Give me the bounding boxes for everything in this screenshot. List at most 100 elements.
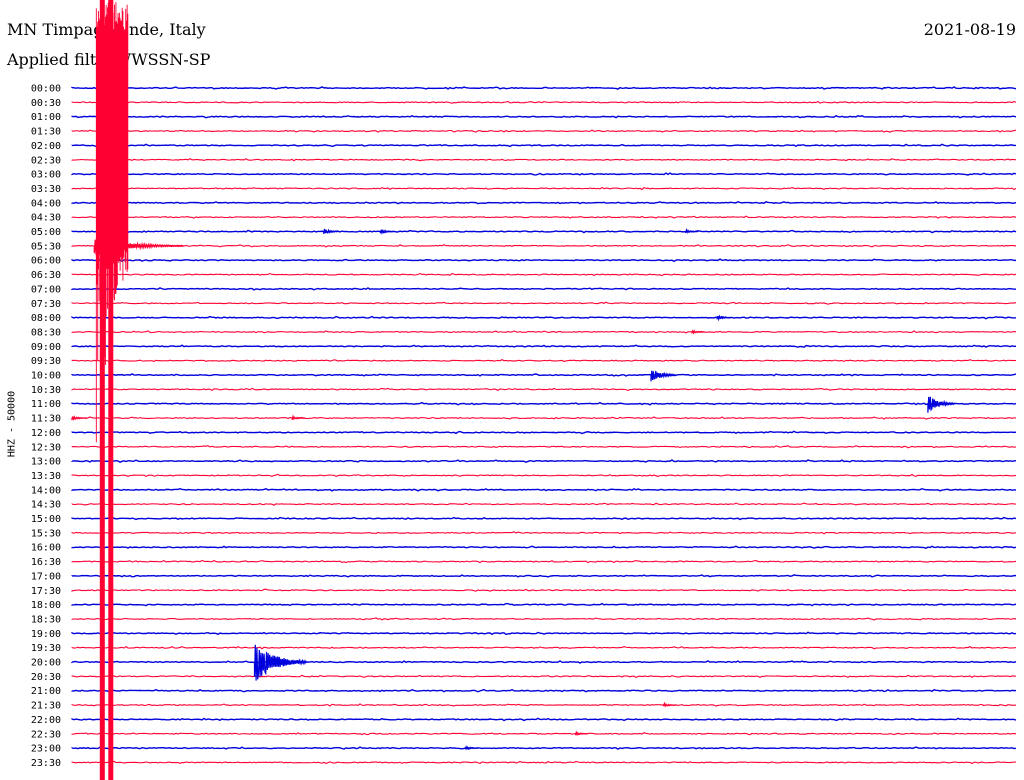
seismogram-plot: 00:00 00:30 01:00 01:30 02:00 02:30 03:00 03:30…	[31, 0, 1017, 780]
trace-line	[71, 502, 1017, 506]
trace-line	[71, 473, 1017, 478]
row-label: 16:30	[31, 557, 61, 568]
row-label: 14:00	[31, 485, 61, 496]
row-label: 21:00	[31, 686, 61, 697]
trace-line	[71, 674, 1017, 679]
trace-line	[71, 688, 1017, 693]
row-label: 22:00	[31, 715, 61, 726]
event-burst	[71, 415, 87, 422]
row-label: 16:00	[31, 543, 61, 554]
helicorder: MN Timpaga nde, Italy 2021-08-19 Applied …	[0, 0, 1024, 780]
row-label: 03:30	[31, 184, 61, 195]
trace-line	[71, 631, 1017, 636]
row-label: 19:30	[31, 643, 61, 654]
trace-line	[71, 645, 1017, 650]
row-label: 20:00	[31, 658, 61, 669]
trace-line	[71, 287, 1017, 291]
trace-line	[71, 602, 1017, 607]
trace-line	[71, 301, 1017, 305]
trace-line	[71, 200, 1017, 205]
trace-line	[71, 487, 1017, 492]
trace-line	[71, 344, 1017, 349]
trace-line	[71, 416, 1017, 420]
trace-line	[71, 114, 1017, 119]
trace-line	[71, 545, 1017, 550]
trace-line	[71, 531, 1017, 535]
row-label: 05:00	[31, 227, 61, 238]
trace-line	[71, 430, 1017, 435]
row-label: 18:00	[31, 600, 61, 611]
row-label: 19:00	[31, 629, 61, 640]
trace-line	[71, 516, 1017, 521]
event-burst	[662, 701, 677, 708]
row-label: 08:30	[31, 327, 61, 338]
row-label: 01:30	[31, 127, 61, 138]
trace-line	[71, 559, 1017, 564]
trace-line	[71, 244, 1017, 248]
event-burst	[379, 228, 395, 236]
trace-line	[71, 186, 1017, 191]
row-label: 10:30	[31, 385, 61, 396]
trace-line	[71, 717, 1017, 722]
row-label: 05:30	[31, 241, 61, 252]
trace-line	[71, 143, 1017, 148]
trace-line	[71, 574, 1017, 578]
row-label: 13:00	[31, 457, 61, 468]
trace-line	[71, 272, 1017, 277]
row-label: 15:30	[31, 528, 61, 539]
row-label: 04:30	[31, 213, 61, 224]
row-label: 15:00	[31, 514, 61, 525]
trace-line	[71, 760, 1017, 765]
trace-line	[71, 358, 1017, 363]
event-burst	[716, 314, 732, 322]
row-label: 12:30	[31, 442, 61, 453]
trace-line	[71, 229, 1017, 234]
event-burst	[650, 370, 677, 382]
row-label: 14:30	[31, 500, 61, 511]
row-label: 09:30	[31, 356, 61, 367]
trace-line	[71, 330, 1017, 334]
row-label: 11:00	[31, 399, 61, 410]
row-label: 20:30	[31, 672, 61, 683]
row-label: 12:00	[31, 428, 61, 439]
row-label: 02:00	[31, 141, 61, 152]
trace-line	[71, 258, 1017, 263]
event-burst	[253, 644, 308, 681]
row-label: 01:00	[31, 112, 61, 123]
trace-line	[71, 459, 1017, 463]
trace-line	[71, 172, 1017, 176]
trace-line	[71, 315, 1017, 320]
row-label: 02:30	[31, 155, 61, 166]
row-label: 10:00	[31, 371, 61, 382]
row-label: 13:30	[31, 471, 61, 482]
clipped-trace-post	[99, 0, 105, 780]
trace-line	[71, 588, 1017, 592]
row-label: 06:30	[31, 270, 61, 281]
row-label: 04:00	[31, 198, 61, 209]
clipped-trace-post	[108, 0, 114, 780]
row-label: 06:00	[31, 256, 61, 267]
trace-line	[71, 158, 1017, 162]
trace-line	[71, 129, 1017, 133]
row-label: 17:00	[31, 571, 61, 582]
event-burst	[927, 396, 956, 413]
row-label: 18:30	[31, 614, 61, 625]
row-label: 09:00	[31, 342, 61, 353]
row-label: 11:30	[31, 414, 61, 425]
row-label: 21:30	[31, 701, 61, 712]
trace-line	[71, 732, 1017, 736]
trace-line	[71, 703, 1017, 707]
trace-line	[71, 660, 1017, 664]
trace-line	[71, 373, 1017, 377]
row-label: 00:30	[31, 98, 61, 109]
trace-line	[71, 86, 1017, 90]
row-label: 17:30	[31, 586, 61, 597]
trace-line	[71, 445, 1017, 449]
trace-line	[71, 215, 1017, 219]
trace-line	[71, 401, 1017, 406]
event-burst	[291, 414, 306, 421]
row-label: 00:00	[31, 84, 61, 95]
trace-line	[71, 746, 1017, 750]
event-burst	[323, 228, 340, 235]
row-label: 22:30	[31, 729, 61, 740]
